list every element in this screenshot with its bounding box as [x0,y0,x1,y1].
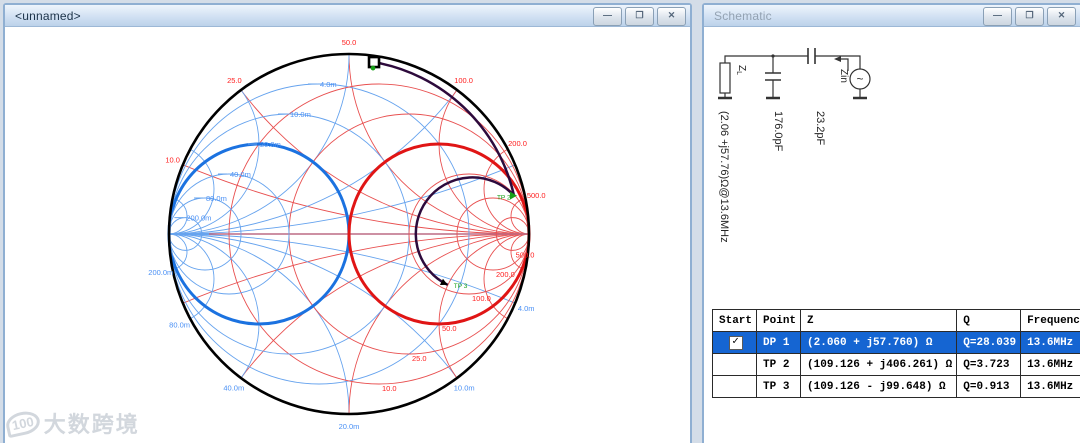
point-cell: TP 3 [756,375,802,398]
point-cell: DP 1 [756,331,802,354]
table-row[interactable]: TP 2 (109.126 + j406.261) Ω Q=3.723 13.6MHz [711,353,1080,376]
q-cell: Q=3.723 [956,353,1022,376]
conductance-label: 40.0m [230,170,251,179]
reactance-label: 100.0 [454,76,473,85]
maximize-icon: ❐ [1025,10,1034,20]
resistance-label: 10.0 [382,384,397,393]
series-capacitor-symbol[interactable] [807,48,816,64]
minimize-icon: — [993,10,1002,20]
conductance-label: 20.0m [260,140,281,149]
watermark-text: 大数跨境 [43,413,140,438]
reactance-label: 200.0 [508,139,527,148]
schematic-window-titlebar[interactable]: Schematic — ❐ ✕ [704,5,1080,27]
shunt-capacitor-symbol[interactable] [765,72,781,81]
load-symbol[interactable] [719,62,731,94]
wire-node [771,54,775,58]
close-button[interactable]: ✕ [1047,7,1076,26]
point-cell: TP 2 [756,353,802,376]
susceptance-label: 20.0m [339,422,360,431]
start-checkbox[interactable]: ✓ [728,335,743,350]
circuit-schematic[interactable]: ~ ZL Zin (2.06 +j57.76)Ω@13.6MHz 176.0pF 23.2… [704,27,1074,305]
shunt-cap-value-label: 176.0pF [772,111,784,152]
column-header-z[interactable]: Z [800,309,958,332]
series-cap-value-label: 23.2pF [814,111,826,146]
table-row[interactable]: TP 3 (109.126 - j99.648) Ω Q=0.913 13.6MHz [711,375,1080,398]
column-header-point[interactable]: Point [756,309,802,332]
start-checkbox-empty[interactable] [711,353,758,376]
susceptance-label: 10.0m [454,384,475,393]
minimize-button[interactable]: — [983,7,1012,26]
reactance-label: 25.0 [227,76,242,85]
load-ref-label: ZL [735,65,747,75]
marker-tp3-label: TP 3 [454,283,468,290]
close-icon: ✕ [1057,10,1066,20]
resistance-label: 50.0 [442,324,457,333]
schematic-labels: ZL Zin (2.06 +j57.76)Ω@13.6MHz 176.0pF 23.2p… [718,65,849,243]
resistance-label: 100.0 [472,294,491,303]
maximize-button[interactable]: ❐ [625,7,654,26]
frequency-cell: 13.6MHz [1020,353,1080,376]
reactance-label: 500.0 [527,191,546,200]
column-header-start[interactable]: Start [711,309,758,332]
conductance-label: 4.0m [320,80,337,89]
marker-dp1-dot [370,65,376,71]
schematic-window[interactable]: Schematic — ❐ ✕ ~ ZL Zin (2.06 +j57.76)Ω@13… [702,3,1080,443]
marker-tp2-label: TP 2 [497,195,511,202]
watermark-logo-icon: 100 [3,408,42,438]
close-icon: ✕ [667,10,676,20]
frequency-cell: 13.6MHz [1020,375,1080,398]
smith-chart[interactable]: 10.0 10.0 4.0m 4.0m 25.0 25.0 10.0m 10.0m 50.0 50… [5,27,686,439]
table-row[interactable]: ✓ DP 1 (2.060 + j57.760) Ω Q=28.039 13.6MHz [711,331,1080,354]
schematic-window-title: Schematic [714,8,772,23]
q-cell: Q=28.039 [956,331,1022,354]
chart-window-title: <unnamed> [15,8,81,23]
marker-dp1[interactable] [367,55,381,69]
close-button[interactable]: ✕ [657,7,686,26]
impedance-cell: (2.060 + j57.760) Ω [800,331,958,354]
chart-markers[interactable]: TP 2 TP 3 [367,55,517,290]
zin-label: Zin [838,69,849,83]
susceptance-label: 80.0m [169,320,190,329]
conductance-label: 10.0m [290,110,311,119]
load-value-label: (2.06 +j57.76)Ω@13.6MHz [718,111,730,243]
impedance-cell: (109.126 - j99.648) Ω [800,375,958,398]
minimize-button[interactable]: — [593,7,622,26]
q-cell: Q=0.913 [956,375,1022,398]
column-header-frequency[interactable]: Frequency [1020,309,1080,332]
resistance-label: 25.0 [412,354,427,363]
smith-chart-canvas[interactable]: 10.0 10.0 4.0m 4.0m 25.0 25.0 10.0m 10.0m 50.0 50… [5,27,690,443]
minimize-icon: — [603,10,612,20]
chart-window-titlebar[interactable]: <unnamed> — ❐ ✕ [5,5,690,27]
resistance-label: 200.0 [496,270,515,279]
resistance-label: 500.0 [516,250,535,259]
schematic-canvas[interactable]: ~ ZL Zin (2.06 +j57.76)Ω@13.6MHz 176.0pF 23.2… [704,27,1080,443]
watermark: 100 大数跨境 [3,407,140,439]
smith-chart-window[interactable]: <unnamed> — ❐ ✕ 10.0 10.0 4.0m 4.0m 25.0 25.0… [3,3,692,443]
reactance-label: 10.0 [165,156,180,165]
column-header-q[interactable]: Q [956,309,1022,332]
conductance-label: 200.0m [186,214,211,223]
application-workspace: <unnamed> — ❐ ✕ 10.0 10.0 4.0m 4.0m 25.0 25.0… [0,0,1080,443]
maximize-button[interactable]: ❐ [1015,7,1044,26]
source-sine-icon: ~ [856,72,863,86]
start-checkbox-empty[interactable] [711,375,758,398]
reactance-label: 50.0 [342,38,357,47]
impedance-table[interactable]: StartPointZQFrequency ✓ DP 1(2.060 + j57.7… [711,309,1080,398]
impedance-cell: (109.126 + j406.261) Ω [800,353,958,376]
maximize-icon: ❐ [635,10,644,20]
susceptance-label: 4.0m [518,304,535,313]
frequency-cell: 13.6MHz [1020,331,1080,354]
smith-grid [167,52,531,416]
susceptance-label: 200.0m [148,268,173,277]
susceptance-label: 40.0m [223,384,244,393]
conductance-label: 80.0m [206,194,227,203]
